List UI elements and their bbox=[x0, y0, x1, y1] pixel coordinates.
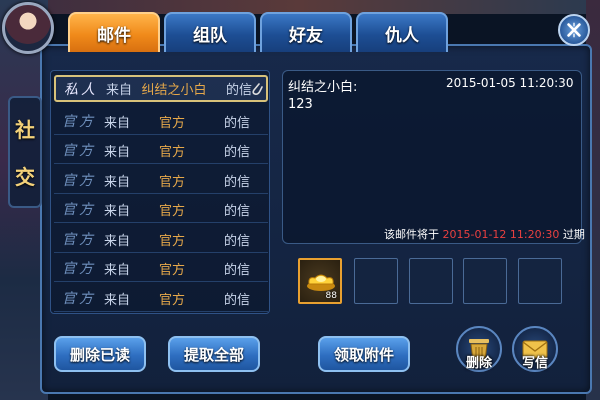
mail-detail-body: 123 bbox=[288, 97, 313, 112]
mail-from-label: 来自 bbox=[104, 292, 131, 308]
expire-suffix: 过期 bbox=[562, 228, 585, 241]
delete-read-button[interactable]: 删除已读 bbox=[54, 336, 146, 372]
tab-bar: 邮件 组队 好友 仇人 bbox=[68, 12, 448, 52]
mail-sender: 官方 bbox=[158, 174, 185, 190]
mail-from-label: 来自 bbox=[106, 83, 133, 98]
mail-expire-notice: 该邮件将于 2015-01-12 11:20:30 过期 bbox=[384, 226, 585, 242]
gold-ingot-icon bbox=[307, 274, 335, 291]
mail-from-label: 来自 bbox=[104, 233, 131, 249]
tab-team[interactable]: 组队 bbox=[164, 12, 256, 52]
side-label-char-2: 交 bbox=[15, 165, 35, 189]
mail-from-label: 来自 bbox=[104, 115, 131, 131]
mail-type: 官方 bbox=[62, 232, 96, 248]
mail-type: 官方 bbox=[62, 114, 96, 130]
mail-from-label: 来自 bbox=[104, 262, 131, 278]
mail-sender: 官方 bbox=[158, 233, 185, 249]
player-avatar[interactable] bbox=[2, 2, 54, 54]
mail-type: 官方 bbox=[62, 291, 96, 307]
mail-from-label: 来自 bbox=[104, 144, 131, 160]
delete-mail-label: 删除 bbox=[465, 356, 492, 371]
mail-suffix: 的信 bbox=[223, 115, 250, 131]
attachment-count: 88 bbox=[325, 291, 337, 301]
paperclip-icon bbox=[252, 83, 263, 95]
mail-detail-sender: 纠结之小白: bbox=[288, 80, 358, 95]
mail-suffix: 的信 bbox=[225, 83, 252, 98]
attachment-slot[interactable] bbox=[463, 258, 507, 304]
mail-suffix: 的信 bbox=[223, 292, 250, 308]
attachment-slot[interactable] bbox=[354, 258, 398, 304]
close-button[interactable] bbox=[558, 14, 590, 46]
mail-sender: 纠结之小白 bbox=[141, 83, 207, 98]
tab-mail[interactable]: 邮件 bbox=[68, 12, 160, 52]
attachment-slot[interactable] bbox=[409, 258, 453, 304]
mail-list-item[interactable]: 官方 来自 官方 的信 bbox=[54, 196, 268, 223]
mail-type: 官方 bbox=[62, 202, 96, 218]
expire-date: 2015-01-12 11:20:30 bbox=[442, 228, 560, 241]
mail-list-item[interactable]: 官方 来自 官方 的信 bbox=[54, 285, 268, 312]
expire-prefix: 该邮件将于 bbox=[384, 228, 439, 241]
mail-sender: 官方 bbox=[158, 144, 185, 160]
mail-list-item[interactable]: 官方 来自 官方 的信 bbox=[54, 108, 268, 135]
mail-detail-panel bbox=[282, 70, 582, 244]
mail-suffix: 的信 bbox=[223, 233, 250, 249]
mail-type: 官方 bbox=[62, 261, 96, 277]
mail-from-label: 来自 bbox=[104, 174, 131, 190]
close-icon bbox=[567, 22, 581, 38]
mail-sender: 官方 bbox=[158, 292, 185, 308]
mail-from-label: 来自 bbox=[104, 203, 131, 219]
mail-sender: 官方 bbox=[158, 262, 185, 278]
mail-suffix: 的信 bbox=[223, 203, 250, 219]
attachment-slot[interactable] bbox=[518, 258, 562, 304]
mail-list-item[interactable]: 官方 来自 官方 的信 bbox=[54, 137, 268, 164]
mail-type: 官方 bbox=[62, 173, 96, 189]
mail-list-item[interactable]: 私人 来自 纠结之小白 的信 bbox=[54, 75, 268, 102]
write-mail-label: 写信 bbox=[521, 356, 548, 371]
mail-list-item[interactable]: 官方 来自 官方 的信 bbox=[54, 167, 268, 194]
mail-sender: 官方 bbox=[158, 203, 185, 219]
mail-suffix: 的信 bbox=[223, 144, 250, 160]
take-all-button[interactable]: 提取全部 bbox=[168, 336, 260, 372]
attachment-slot[interactable]: 88 bbox=[298, 258, 342, 304]
mail-sender: 官方 bbox=[158, 115, 185, 131]
mail-list-item[interactable]: 官方 来自 官方 的信 bbox=[54, 255, 268, 282]
mail-type: 官方 bbox=[62, 143, 96, 159]
side-label-social: 社 交 bbox=[8, 96, 42, 208]
collect-attachment-button[interactable]: 领取附件 bbox=[318, 336, 410, 372]
side-label-char-1: 社 bbox=[15, 118, 35, 142]
mail-list-item[interactable]: 官方 来自 官方 的信 bbox=[54, 226, 268, 253]
mail-type: 私人 bbox=[64, 81, 98, 98]
tab-enemies[interactable]: 仇人 bbox=[356, 12, 448, 52]
mail-suffix: 的信 bbox=[223, 262, 250, 278]
mail-detail-time: 2015-01-05 11:20:30 bbox=[446, 76, 574, 90]
mail-suffix: 的信 bbox=[223, 174, 250, 190]
tab-friends[interactable]: 好友 bbox=[260, 12, 352, 52]
